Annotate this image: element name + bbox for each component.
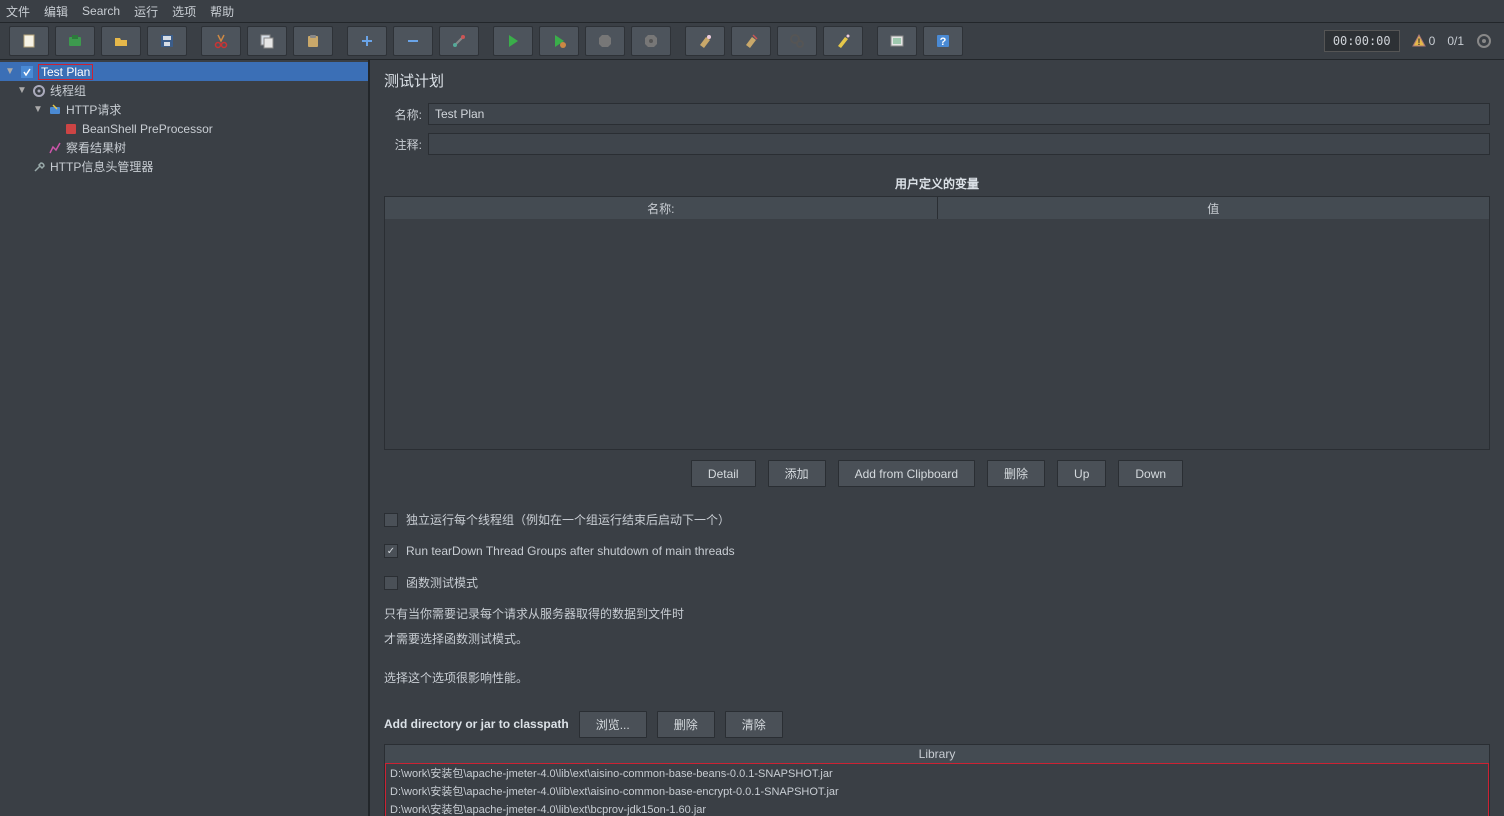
clear-jar-button[interactable]: 清除 (725, 711, 783, 738)
tree-node-threadgroup[interactable]: ▼ 线程组 (0, 81, 368, 100)
name-label: 名称: (384, 106, 428, 123)
save-button[interactable] (147, 26, 187, 56)
library-body[interactable]: D:\work\安装包\apache-jmeter-4.0\lib\ext\ai… (385, 763, 1489, 816)
library-row[interactable]: D:\work\安装包\apache-jmeter-4.0\lib\ext\bc… (386, 800, 1488, 816)
functest-checkbox-label: 函数测试模式 (406, 574, 478, 591)
functest-checkbox[interactable] (384, 576, 398, 590)
svg-text:!: ! (1417, 37, 1420, 47)
tree-node-testplan[interactable]: ▼ Test Plan (0, 62, 368, 81)
detail-button[interactable]: Detail (691, 460, 756, 487)
name-input[interactable] (428, 103, 1490, 125)
tree-label-http: HTTP请求 (66, 101, 121, 118)
menu-help[interactable]: 帮助 (210, 3, 234, 20)
testplan-icon (19, 64, 35, 80)
menubar: 文件 编辑 Search 运行 选项 帮助 (0, 0, 1504, 22)
col-name-header[interactable]: 名称: (385, 197, 938, 219)
tree-node-beanshell[interactable]: BeanShell PreProcessor (0, 119, 368, 138)
stop-button[interactable] (585, 26, 625, 56)
copy-button[interactable] (247, 26, 287, 56)
teardown-checkbox[interactable]: ✓ (384, 544, 398, 558)
helper-text-3: 选择这个选项很影响性能。 (384, 669, 1490, 688)
menu-search[interactable]: Search (82, 4, 120, 18)
helper-text-2: 才需要选择函数测试模式。 (384, 630, 1490, 649)
add-button[interactable]: 添加 (768, 460, 826, 487)
toolbar: ? 00:00:00 ! 0 0/1 (0, 22, 1504, 60)
menu-file[interactable]: 文件 (6, 3, 30, 20)
thread-count-value: 0/1 (1447, 34, 1464, 48)
wrench-icon (31, 159, 47, 175)
tree-label-viewresults: 察看结果树 (66, 139, 126, 156)
shutdown-button[interactable] (631, 26, 671, 56)
thread-count: 0/1 (1447, 34, 1464, 48)
tree-label-beanshell: BeanShell PreProcessor (82, 122, 213, 136)
clear-button[interactable] (685, 26, 725, 56)
collapse-button[interactable] (393, 26, 433, 56)
help-button[interactable]: ? (923, 26, 963, 56)
content-panel: 测试计划 名称: 注释: 用户定义的变量 名称: 值 Detail 添加 Add… (370, 60, 1504, 816)
library-row[interactable]: D:\work\安装包\apache-jmeter-4.0\lib\ext\ai… (386, 782, 1488, 800)
helper-text-1: 只有当你需要记录每个请求从服务器取得的数据到文件时 (384, 605, 1490, 624)
svg-text:?: ? (940, 36, 947, 48)
comment-label: 注释: (384, 136, 428, 153)
paste-button[interactable] (293, 26, 333, 56)
col-value-header[interactable]: 值 (938, 197, 1490, 219)
tree-node-viewresults[interactable]: 察看结果树 (0, 138, 368, 157)
delete-jar-button[interactable]: 删除 (657, 711, 715, 738)
tree-toggle-icon[interactable]: ▼ (16, 85, 28, 96)
toggle-button[interactable] (439, 26, 479, 56)
tree-panel: ▼ Test Plan ▼ 线程组 ▼ HTTP请求 BeanShell Pre… (0, 60, 370, 816)
vars-table-body[interactable] (385, 219, 1489, 449)
new-button[interactable] (9, 26, 49, 56)
browse-button[interactable]: 浏览... (579, 711, 647, 738)
reset-search-button[interactable] (823, 26, 863, 56)
menu-edit[interactable]: 编辑 (44, 3, 68, 20)
start-noTimers-button[interactable] (539, 26, 579, 56)
open-button[interactable] (101, 26, 141, 56)
templates-button[interactable] (55, 26, 95, 56)
tree-toggle-icon[interactable]: ▼ (32, 104, 44, 115)
down-button[interactable]: Down (1118, 460, 1183, 487)
panel-title: 测试计划 (384, 70, 1490, 91)
tree-label-threadgroup: 线程组 (50, 82, 86, 99)
classpath-label: Add directory or jar to classpath (384, 717, 569, 731)
vars-table: 名称: 值 (384, 196, 1490, 450)
tree-label-headermgr: HTTP信息头管理器 (50, 158, 153, 175)
http-icon (47, 102, 63, 118)
library-header[interactable]: Library (385, 745, 1489, 763)
warning-count: ! 0 (1412, 34, 1436, 48)
serial-checkbox[interactable] (384, 513, 398, 527)
cut-button[interactable] (201, 26, 241, 56)
timer-display: 00:00:00 (1324, 30, 1400, 52)
tree-node-headermgr[interactable]: HTTP信息头管理器 (0, 157, 368, 176)
results-tree-icon (47, 140, 63, 156)
search-button[interactable] (777, 26, 817, 56)
tree-toggle-icon[interactable]: ▼ (4, 66, 16, 77)
teardown-checkbox-label: Run tearDown Thread Groups after shutdow… (406, 544, 735, 558)
gear-icon (31, 83, 47, 99)
function-helper-button[interactable] (877, 26, 917, 56)
up-button[interactable]: Up (1057, 460, 1106, 487)
expand-button[interactable] (347, 26, 387, 56)
vars-section-title: 用户定义的变量 (384, 175, 1490, 192)
menu-run[interactable]: 运行 (134, 3, 158, 20)
tree-node-http[interactable]: ▼ HTTP请求 (0, 100, 368, 119)
beanshell-icon (63, 121, 79, 137)
start-button[interactable] (493, 26, 533, 56)
running-indicator (1476, 33, 1492, 49)
warning-count-value: 0 (1429, 34, 1436, 48)
library-table: Library D:\work\安装包\apache-jmeter-4.0\li… (384, 744, 1490, 816)
comment-input[interactable] (428, 133, 1490, 155)
delete-button[interactable]: 删除 (987, 460, 1045, 487)
add-from-clipboard-button[interactable]: Add from Clipboard (838, 460, 975, 487)
tree-label-testplan: Test Plan (38, 64, 93, 80)
serial-checkbox-label: 独立运行每个线程组（例如在一个组运行结束后启动下一个） (406, 511, 730, 528)
menu-options[interactable]: 选项 (172, 3, 196, 20)
library-row[interactable]: D:\work\安装包\apache-jmeter-4.0\lib\ext\ai… (386, 764, 1488, 782)
clear-all-button[interactable] (731, 26, 771, 56)
